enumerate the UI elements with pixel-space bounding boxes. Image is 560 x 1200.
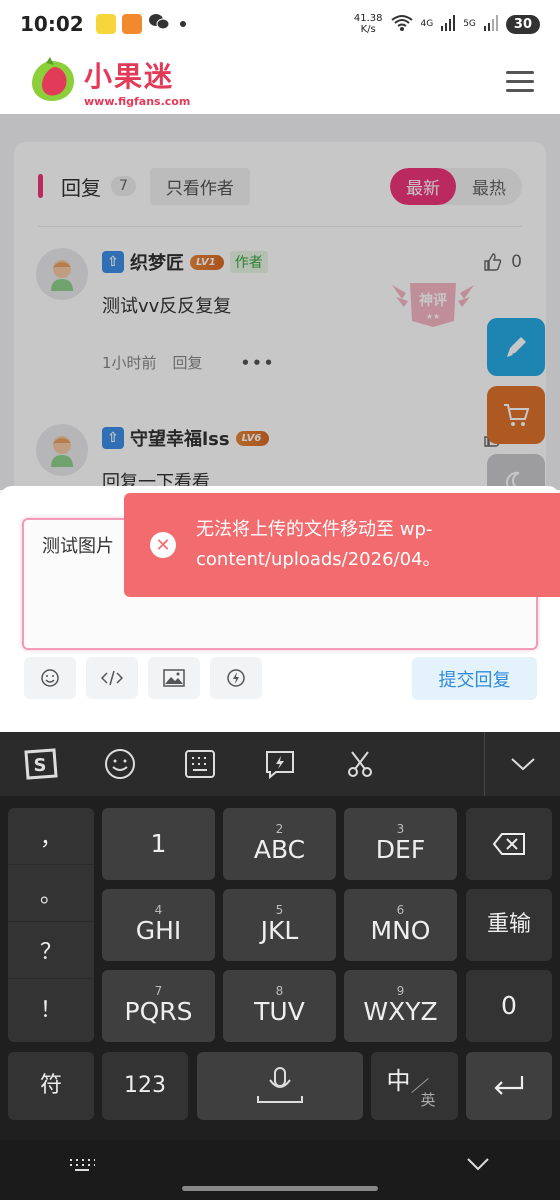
punctuation-column: ， 。 ？ ！ <box>8 808 94 1042</box>
chevron-down-icon[interactable] <box>484 732 560 796</box>
code-button[interactable] <box>86 657 138 699</box>
network-speed: 41.38 K/s <box>354 13 383 35</box>
status-bar: 10:02 41.38 K/s 4G 5G 30 <box>0 0 560 48</box>
key-label: WXYZ <box>363 997 438 1026</box>
hamburger-menu-icon[interactable] <box>506 70 534 92</box>
key-label: GHI <box>135 916 182 945</box>
status-time: 10:02 <box>20 12 84 36</box>
signal-5g-label: 5G <box>463 19 476 29</box>
more-notifications-dot <box>179 21 186 27</box>
language-switch-key[interactable]: 中 英 <box>371 1052 458 1120</box>
key-label: 重输 <box>486 912 531 937</box>
key-ghi[interactable]: 4 GHI <box>102 889 215 961</box>
punct-key[interactable]: 。 <box>8 865 94 922</box>
punct-key[interactable]: ！ <box>8 979 94 1036</box>
code-icon <box>101 670 123 686</box>
key-0[interactable]: 0 <box>466 970 552 1042</box>
key-label: 0 <box>501 991 517 1020</box>
signal-icon <box>441 14 456 34</box>
key-label: PQRS <box>124 997 193 1026</box>
enter-key[interactable] <box>466 1052 552 1120</box>
key-number: 3 <box>396 822 405 836</box>
system-nav-bar <box>0 1140 560 1200</box>
key-label: 123 <box>124 1073 166 1098</box>
site-logo[interactable]: 小果迷 www.figfans.com <box>26 53 190 109</box>
keyboard-toolbar: S <box>0 732 560 796</box>
notification-icons <box>95 12 186 36</box>
wechat-icon <box>148 12 170 36</box>
key-1[interactable]: 1 <box>102 808 215 880</box>
key-number: 9 <box>396 984 405 998</box>
punct-key[interactable]: ， <box>8 808 94 865</box>
key-number: 5 <box>275 903 284 917</box>
key-number: 7 <box>154 984 163 998</box>
space-key[interactable] <box>197 1052 363 1120</box>
lang-main-label: 中 <box>386 1067 411 1095</box>
key-label: TUV <box>254 997 305 1026</box>
error-toast: ✕ 无法将上传的文件移动至 wp-content/uploads/2026/04… <box>124 493 560 597</box>
keyboard-switch-icon[interactable] <box>66 1154 98 1180</box>
fig-logo-icon <box>26 53 78 109</box>
quick-phrase-icon[interactable] <box>240 732 320 796</box>
wifi-icon <box>390 14 413 35</box>
hide-keyboard-icon[interactable] <box>466 1156 490 1176</box>
keyboard-emoji-icon[interactable] <box>80 732 160 796</box>
mention-button[interactable] <box>210 657 262 699</box>
reinput-key[interactable]: 重输 <box>466 889 552 961</box>
signal-icon <box>483 14 498 34</box>
lightning-bubble-icon <box>227 669 245 687</box>
microphone-icon <box>257 1067 303 1103</box>
sogou-logo-icon[interactable]: S <box>0 732 80 796</box>
key-label: 1 <box>150 829 167 858</box>
signal-4g-label: 4G <box>420 19 434 29</box>
number-mode-key[interactable]: 123 <box>102 1052 188 1120</box>
speed-value: 41.38 <box>353 13 383 24</box>
key-number: 4 <box>154 903 163 917</box>
backspace-icon <box>492 833 525 855</box>
key-label: JKL <box>260 916 299 945</box>
smiley-icon <box>41 669 59 687</box>
svg-text:S: S <box>34 755 47 776</box>
emoji-button[interactable] <box>24 657 76 699</box>
site-header: 小果迷 www.figfans.com <box>0 48 560 114</box>
battery-indicator: 30 <box>505 14 540 34</box>
modal-overlay[interactable] <box>0 114 560 490</box>
keyboard-layout-icon[interactable] <box>160 732 240 796</box>
submit-reply-button[interactable]: 提交回复 <box>412 657 537 700</box>
key-number: 2 <box>275 822 284 836</box>
key-def[interactable]: 3 DEF <box>344 808 457 880</box>
editor-toolbar <box>24 657 262 699</box>
key-tuv[interactable]: 8 TUV <box>223 970 336 1042</box>
brand-name: 小果迷 <box>84 59 175 93</box>
key-mno[interactable]: 6 MNO <box>344 889 457 961</box>
app-notification-icon <box>95 14 116 34</box>
key-abc[interactable]: 2 ABC <box>223 808 336 880</box>
scissors-icon[interactable] <box>320 732 400 796</box>
brand-url: www.figfans.com <box>84 94 191 108</box>
key-pqrs[interactable]: 7 PQRS <box>102 970 215 1042</box>
key-number: 6 <box>396 903 405 917</box>
symbol-key[interactable]: 符 <box>8 1052 94 1120</box>
punct-key[interactable]: ？ <box>8 922 94 979</box>
error-x-icon: ✕ <box>150 532 176 558</box>
backspace-key[interactable] <box>466 808 552 880</box>
lang-sub-label: 英 <box>420 1091 436 1109</box>
key-number: 8 <box>275 984 284 998</box>
key-wxyz[interactable]: 9 WXYZ <box>344 970 457 1042</box>
key-label: 符 <box>39 1073 62 1098</box>
image-button[interactable] <box>148 657 200 699</box>
key-label: DEF <box>375 835 426 864</box>
enter-icon <box>494 1076 524 1095</box>
key-jkl[interactable]: 5 JKL <box>223 889 336 961</box>
key-label: MNO <box>370 916 431 945</box>
home-indicator[interactable] <box>182 1186 378 1191</box>
app-notification-icon <box>121 14 142 34</box>
image-icon <box>163 669 185 687</box>
toast-message: 无法将上传的文件移动至 wp-content/uploads/2026/04。 <box>196 519 441 570</box>
speed-unit: K/s <box>360 24 376 35</box>
key-label: ABC <box>253 835 306 864</box>
